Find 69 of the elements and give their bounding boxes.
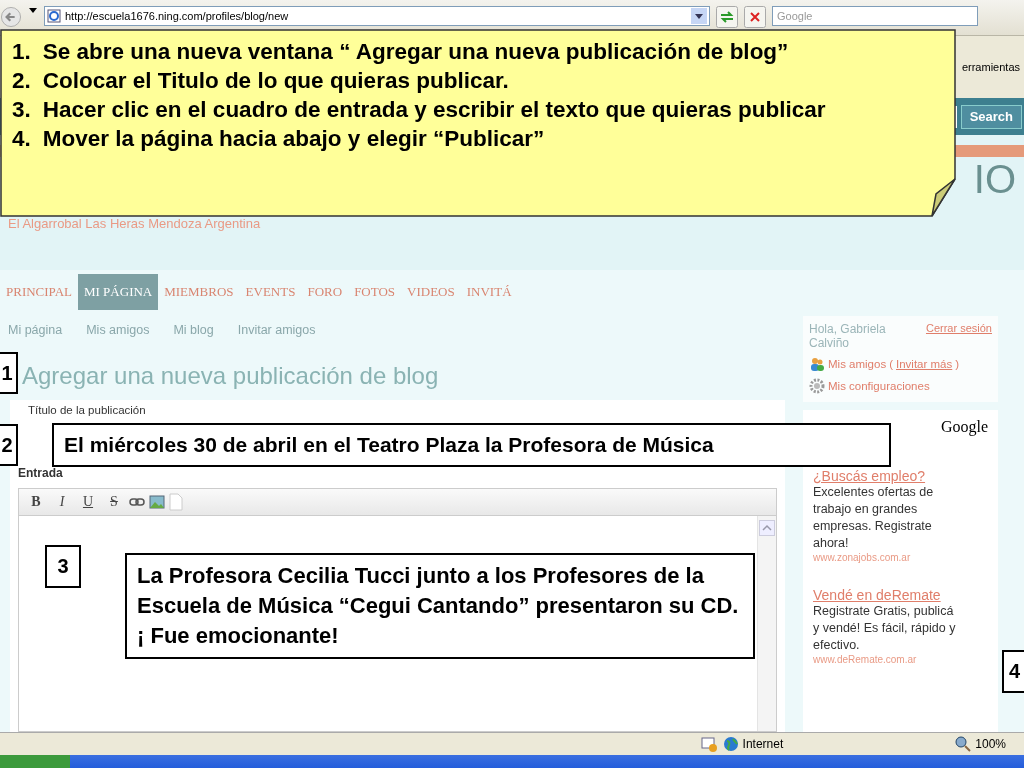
- greeting-text: Hola, Gabriela Calviño: [809, 322, 887, 350]
- field-label: Título de la publicación: [27, 404, 147, 416]
- link-icon[interactable]: [129, 497, 145, 507]
- nav-tab[interactable]: FOTOS: [348, 274, 402, 310]
- field-label: Entrada: [18, 466, 64, 480]
- step-number: 4.: [12, 126, 31, 152]
- step-marker: 4: [1002, 650, 1024, 693]
- entry-text: La Profesora Cecilia Tucci junto a los Profesores de la Escuela de Música “Cegui Cantando” presentaron su CD. ¡ Fue emocionante!: [125, 553, 755, 659]
- step-marker: 1: [0, 352, 18, 394]
- people-icon: [809, 356, 825, 372]
- search-button[interactable]: Search: [960, 104, 1022, 129]
- popup-blocked-icon[interactable]: [700, 736, 717, 752]
- format-button[interactable]: I: [51, 492, 73, 512]
- settings-link[interactable]: Mis configuraciones: [828, 380, 930, 392]
- step-marker: 3: [45, 545, 81, 588]
- format-button[interactable]: U: [77, 492, 99, 512]
- globe-icon: [722, 736, 739, 752]
- page-icon: [47, 9, 61, 23]
- zone-text: Internet: [742, 737, 784, 751]
- title-field[interactable]: El miércoles 30 de abril en el Teatro Plaza la Profesora de Música: [52, 423, 891, 467]
- nav-tab[interactable]: EVENTS: [239, 274, 302, 310]
- step-text: Colocar el Titulo de lo que quieras publicar.: [42, 68, 509, 94]
- step-text: Mover la página hacia abajo y elegir “Publicar”: [42, 126, 545, 152]
- page-heading: Agregar una nueva publicación de blog: [21, 361, 439, 391]
- site-subtitle: El Algarrobal Las Heras Mendoza Argentina: [8, 216, 262, 231]
- subnav-link[interactable]: Mi página: [8, 323, 63, 337]
- friends-link[interactable]: Mis amigos: [828, 358, 887, 370]
- format-button[interactable]: B: [25, 492, 47, 512]
- caret-icon[interactable]: [691, 8, 707, 24]
- nav-tab[interactable]: INVITÁ: [460, 274, 518, 310]
- step-text: Hacer clic en el cuadro de entrada y escribir el texto que quieras publicar: [42, 97, 826, 123]
- zoom-icon[interactable]: [955, 736, 972, 752]
- nav-tab[interactable]: MIEMBROS: [158, 274, 240, 310]
- ad-url: www.deRemate.com.ar: [813, 654, 918, 665]
- logout-link[interactable]: Cerrar sesión: [925, 322, 992, 350]
- caret-icon[interactable]: [28, 6, 38, 14]
- start-button[interactable]: [0, 755, 70, 768]
- refresh-icon[interactable]: [716, 6, 738, 28]
- address-field[interactable]: http://escuela1676.ning.com/profiles/blog/new: [44, 6, 710, 26]
- step-number: 3.: [12, 97, 31, 123]
- parenthesis-text: ): [955, 358, 960, 370]
- site-title: IO: [973, 157, 1016, 202]
- nav-tab[interactable]: VIDEOS: [401, 274, 461, 310]
- scroll-up-icon[interactable]: [759, 520, 775, 536]
- step-number: 1.: [12, 39, 31, 65]
- close-icon[interactable]: [744, 6, 766, 28]
- ad-text: Excelentes ofertas de trabajo en grandes empresas. Registrate ahora!: [813, 484, 935, 552]
- nav-tab[interactable]: FORO: [301, 274, 349, 310]
- step-text: Se abre una nueva ventana “ Agregar una nueva publicación de blog”: [42, 39, 789, 65]
- ads-label: Google: [939, 418, 988, 436]
- step-marker: 2: [0, 424, 18, 466]
- subnav-link[interactable]: Invitar amigos: [237, 323, 316, 337]
- ad-text: Registrate Gratis, publicá y vendé! Es fácil, rápido y efectivo.: [813, 603, 957, 654]
- menu-label[interactable]: erramientas: [961, 61, 1024, 73]
- gear-icon: [809, 378, 825, 394]
- subnav-link[interactable]: Mi blog: [173, 323, 214, 337]
- format-button[interactable]: S: [103, 492, 125, 512]
- ad-title-link[interactable]: ¿Buscás empleo?: [813, 468, 958, 484]
- parenthesis-text: (: [889, 358, 893, 370]
- back-icon[interactable]: [0, 6, 22, 28]
- nav-tab[interactable]: MI PÁGINA: [78, 274, 159, 310]
- ad-title-link[interactable]: Vendé en deRemate: [813, 587, 958, 603]
- subnav-link[interactable]: Mis amigos: [86, 323, 150, 337]
- invite-link[interactable]: Invitar más: [896, 358, 953, 370]
- search-field[interactable]: Google: [772, 6, 978, 26]
- nav-tab[interactable]: PRINCIPAL: [0, 274, 78, 310]
- ad-url: www.zonajobs.com.ar: [813, 552, 912, 563]
- zoom-level[interactable]: 100%: [975, 737, 1006, 751]
- step-number: 2.: [12, 68, 31, 94]
